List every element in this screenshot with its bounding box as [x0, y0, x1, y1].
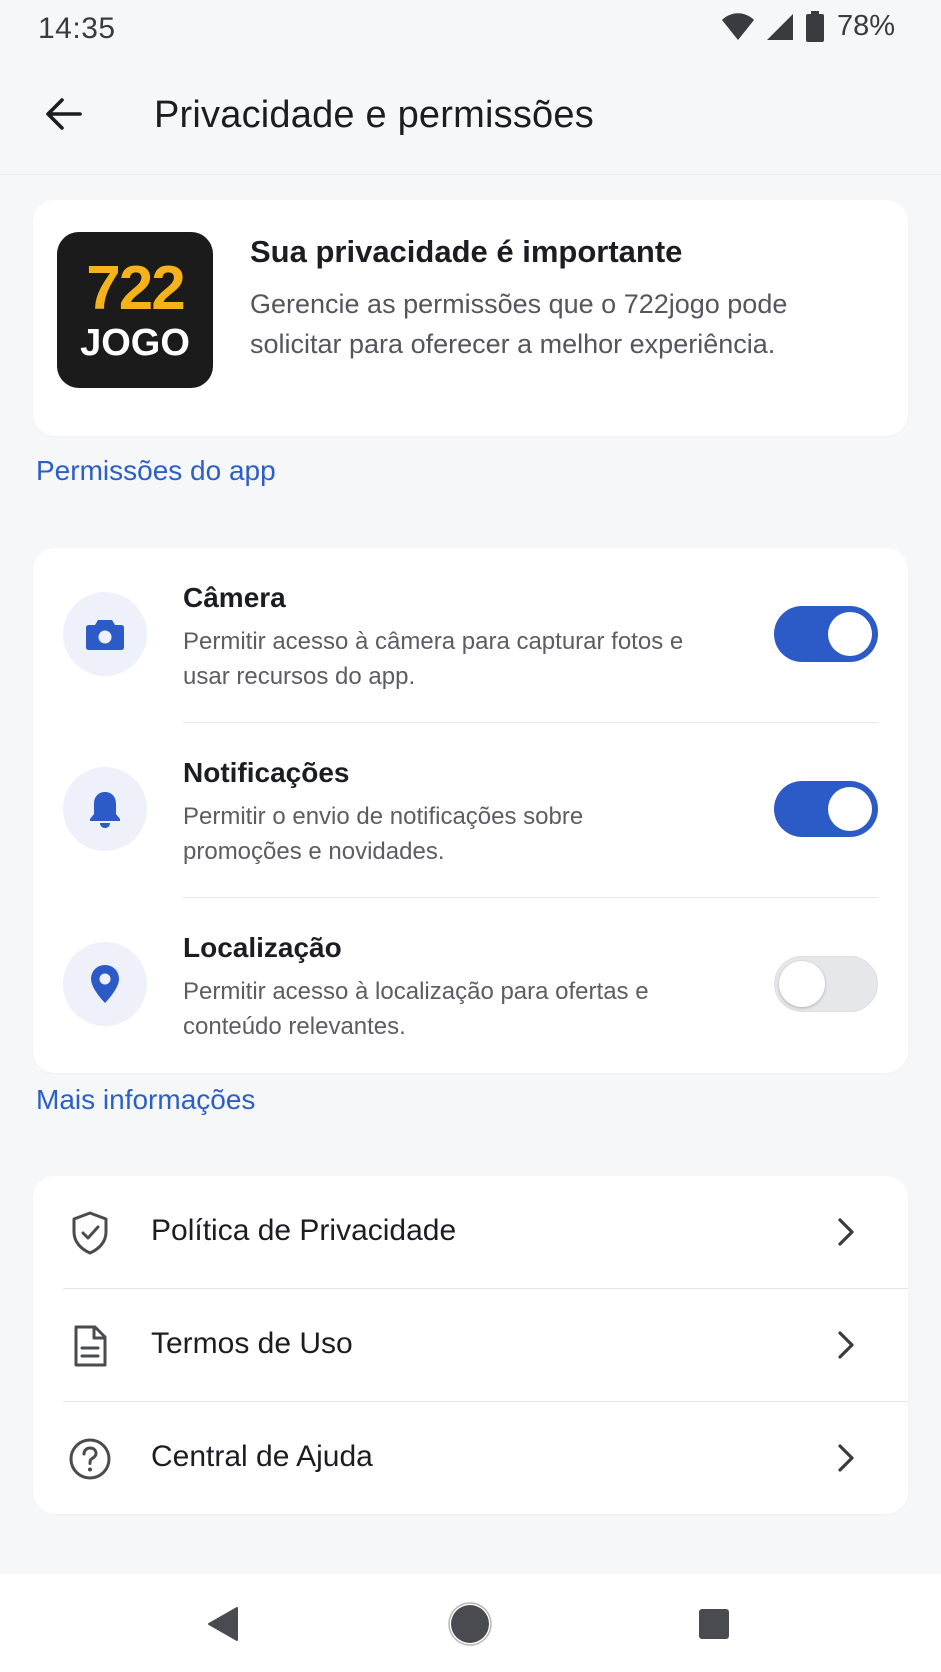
status-icons: 78%	[721, 10, 895, 43]
permission-title: Câmera	[183, 582, 286, 613]
permission-description: Permitir acesso à câmera para capturar f…	[183, 628, 684, 690]
wifi-icon	[721, 12, 754, 40]
more-info-section-title: Mais informações	[36, 1084, 256, 1115]
toggle-knob	[779, 961, 825, 1007]
permission-title: Notificações	[183, 757, 350, 788]
logo-number: 722	[86, 254, 185, 323]
help-circle-icon	[63, 1432, 117, 1486]
help-center-item[interactable]: Central de Ajuda	[33, 1402, 908, 1515]
info-label: Política de Privacidade	[151, 1214, 457, 1247]
info-label: Termos de Uso	[151, 1327, 353, 1360]
permissions-card: Câmera Permitir acesso à câmera para cap…	[33, 548, 908, 1073]
notifications-toggle[interactable]	[774, 781, 878, 837]
location-toggle[interactable]	[774, 956, 878, 1012]
permission-description: Permitir o envio de notificações sobre p…	[183, 803, 584, 865]
terms-of-use-item[interactable]: Termos de Uso	[33, 1289, 908, 1402]
status-bar: 14:35 78%	[0, 0, 941, 60]
arrow-left-icon	[46, 98, 82, 130]
chevron-right-icon	[826, 1438, 866, 1478]
chevron-right-icon	[826, 1212, 866, 1252]
nav-recents-button[interactable]	[684, 1594, 744, 1654]
app-bar: Privacidade e permissões	[0, 60, 941, 175]
permissions-section-title: Permissões do app	[36, 455, 276, 486]
battery-percentage: 78%	[836, 10, 895, 42]
toggle-knob	[828, 787, 872, 831]
chevron-right-icon	[826, 1325, 866, 1365]
document-icon	[63, 1319, 117, 1373]
app-logo: 722 JOGO	[57, 232, 213, 388]
bell-icon	[63, 767, 147, 851]
nav-back-button[interactable]	[193, 1594, 253, 1654]
status-time: 14:35	[38, 12, 116, 45]
camera-icon	[63, 592, 147, 676]
permission-row-camera: Câmera Permitir acesso à câmera para cap…	[33, 548, 908, 723]
nav-home-button[interactable]	[440, 1594, 500, 1654]
privacy-policy-item[interactable]: Política de Privacidade	[33, 1176, 908, 1289]
logo-word: JOGO	[80, 322, 190, 364]
toggle-knob	[828, 612, 872, 656]
intro-description: Gerencie as permissões que o 722jogo pod…	[250, 289, 788, 359]
more-info-card: Política de Privacidade Termos de Uso Ce…	[33, 1176, 908, 1514]
location-pin-icon	[63, 942, 147, 1026]
signal-icon	[766, 13, 793, 40]
info-label: Central de Ajuda	[151, 1440, 373, 1473]
permission-row-location: Localização Permitir acesso à localizaçã…	[33, 898, 908, 1073]
permission-title: Localização	[183, 932, 342, 963]
battery-icon	[805, 10, 824, 42]
back-button[interactable]	[36, 86, 92, 142]
permission-description: Permitir acesso à localização para ofert…	[183, 978, 649, 1040]
shield-check-icon	[63, 1206, 117, 1260]
privacy-intro-card: 722 JOGO Sua privacidade é importante Ge…	[33, 200, 908, 436]
system-nav-bar	[0, 1574, 941, 1672]
nav-recents-icon	[699, 1609, 729, 1639]
permission-row-notifications: Notificações Permitir o envio de notific…	[33, 723, 908, 898]
nav-back-icon	[208, 1607, 238, 1641]
intro-title: Sua privacidade é importante	[250, 234, 683, 269]
nav-home-icon	[448, 1602, 492, 1646]
camera-toggle[interactable]	[774, 606, 878, 662]
page-title: Privacidade e permissões	[154, 94, 594, 136]
